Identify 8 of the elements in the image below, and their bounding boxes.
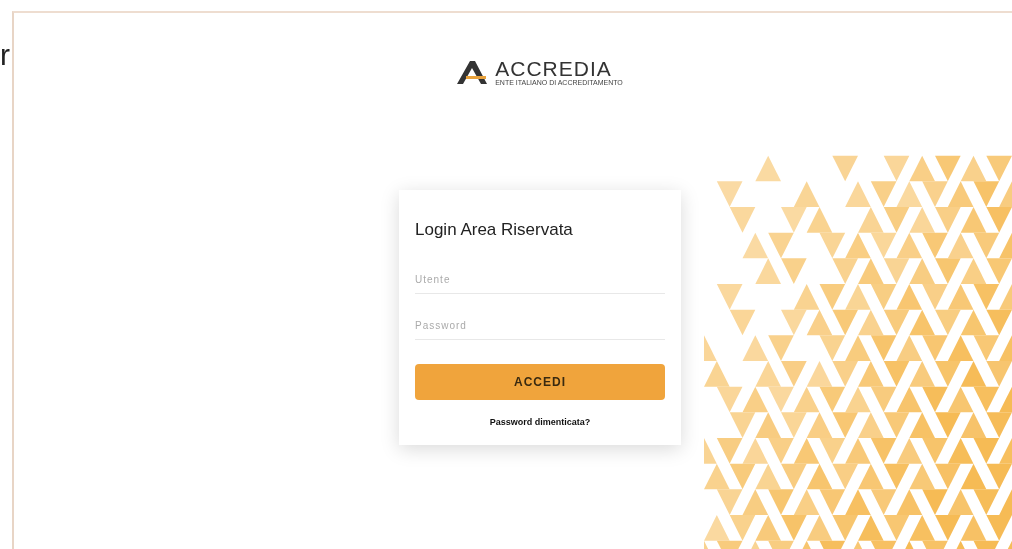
login-button[interactable]: ACCEDI xyxy=(415,364,665,400)
login-title: Login Area Riservata xyxy=(415,220,574,240)
logo-name: ACCREDIA xyxy=(495,58,613,79)
forgot-password-link[interactable]: Password dimenticata? xyxy=(489,417,591,427)
input-field[interactable]: Utente xyxy=(415,270,665,294)
logo-icon xyxy=(455,59,490,85)
input-field[interactable]: Password xyxy=(415,316,665,340)
cut-off-text: r xyxy=(0,37,11,73)
